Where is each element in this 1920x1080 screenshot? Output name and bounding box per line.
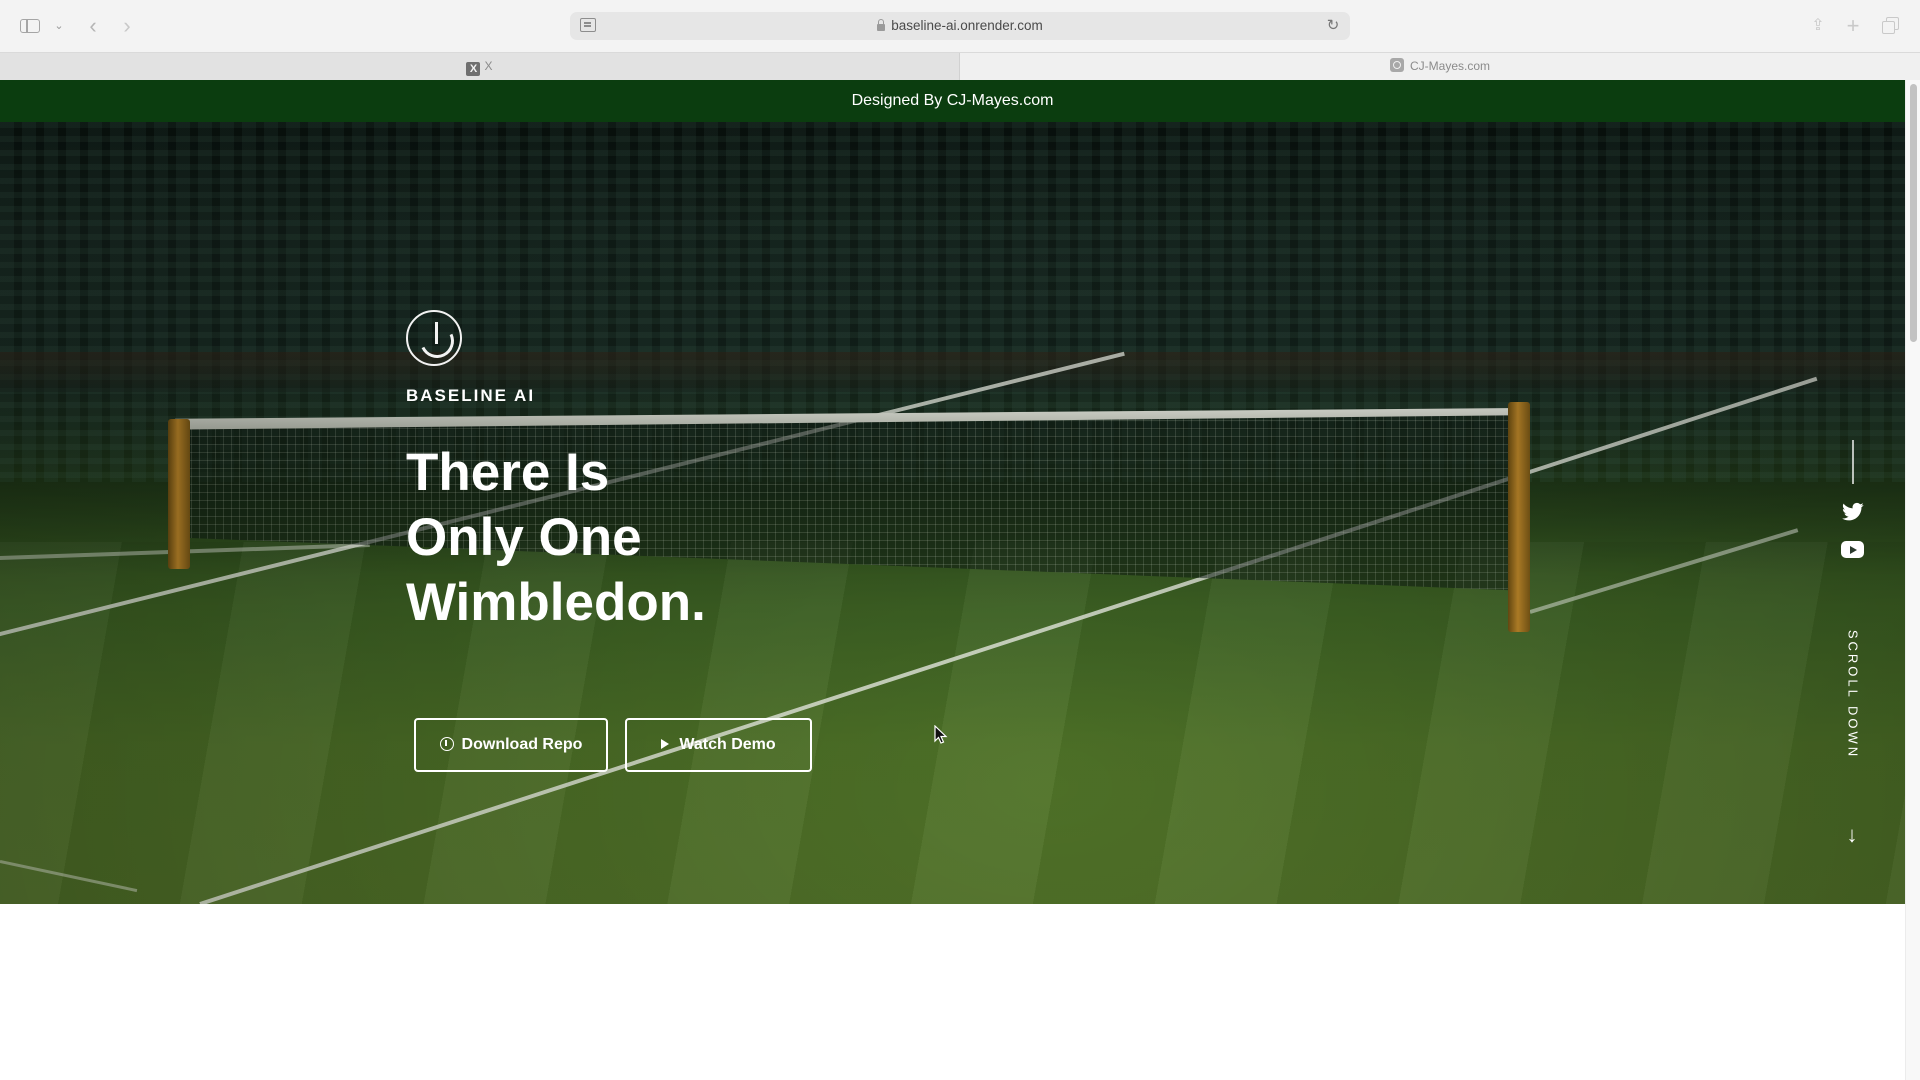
forward-arrow-icon[interactable]: › bbox=[118, 14, 136, 38]
download-icon bbox=[439, 737, 454, 751]
tab-overview-icon[interactable] bbox=[1880, 14, 1902, 38]
tab-x[interactable]: XX bbox=[0, 53, 960, 80]
watch-demo-button[interactable]: Watch Demo bbox=[625, 718, 812, 772]
download-repo-button[interactable]: Download Repo bbox=[414, 718, 608, 772]
reload-icon[interactable]: ↻ bbox=[1324, 12, 1342, 40]
address-bar[interactable]: baseline-ai.onrender.com ↻ bbox=[570, 12, 1350, 40]
scrollbar-thumb[interactable] bbox=[1910, 84, 1917, 342]
youtube-icon[interactable] bbox=[1841, 541, 1864, 558]
tab-label: X bbox=[484, 59, 493, 73]
headline-line: Only One bbox=[406, 508, 642, 567]
chevron-down-icon[interactable]: ⌄ bbox=[52, 14, 66, 38]
share-icon[interactable]: ⇪ bbox=[1808, 14, 1828, 38]
x-logo-icon: X bbox=[466, 62, 481, 76]
sidebar-toggle-icon[interactable] bbox=[20, 14, 42, 38]
page-scrollbar[interactable] bbox=[1905, 80, 1920, 1080]
social-divider bbox=[1852, 440, 1854, 484]
arrow-down-icon[interactable]: ↓ bbox=[1842, 822, 1862, 848]
twitter-icon[interactable] bbox=[1842, 502, 1864, 522]
lock-icon bbox=[877, 19, 886, 31]
tab-label: CJ-Mayes.com bbox=[1409, 59, 1490, 73]
mouse-cursor-icon bbox=[934, 725, 948, 744]
designer-banner[interactable]: Designed By CJ-Mayes.com bbox=[0, 80, 1905, 122]
new-tab-icon[interactable]: + bbox=[1843, 14, 1863, 38]
hero-section: BASELINE AI There Is Only One Wimbledon.… bbox=[0, 122, 1905, 904]
site-favicon-icon bbox=[1389, 58, 1404, 72]
hero-headline: There Is Only One Wimbledon. bbox=[406, 440, 886, 635]
brand-name: BASELINE AI bbox=[406, 386, 536, 405]
play-icon bbox=[661, 739, 670, 749]
baseline-logo-icon[interactable] bbox=[406, 310, 462, 366]
headline-line: Wimbledon. bbox=[406, 573, 706, 632]
download-repo-label: Download Repo bbox=[461, 736, 583, 753]
vignette bbox=[0, 122, 1905, 904]
tab-bar: XX × CJ-Mayes.com bbox=[0, 52, 1920, 80]
scroll-down-label[interactable]: SCROLL DOWN bbox=[1846, 630, 1861, 759]
headline-line: There Is bbox=[406, 443, 610, 502]
tab-cj-mayes[interactable]: CJ-Mayes.com bbox=[960, 53, 1920, 80]
back-arrow-icon[interactable]: ‹ bbox=[84, 14, 102, 38]
url-text[interactable]: baseline-ai.onrender.com bbox=[891, 18, 1043, 33]
browser-toolbar: ⌄ ‹ › baseline-ai.onrender.com ↻ ⇪ + bbox=[0, 0, 1920, 52]
watch-demo-label: Watch Demo bbox=[679, 736, 776, 753]
